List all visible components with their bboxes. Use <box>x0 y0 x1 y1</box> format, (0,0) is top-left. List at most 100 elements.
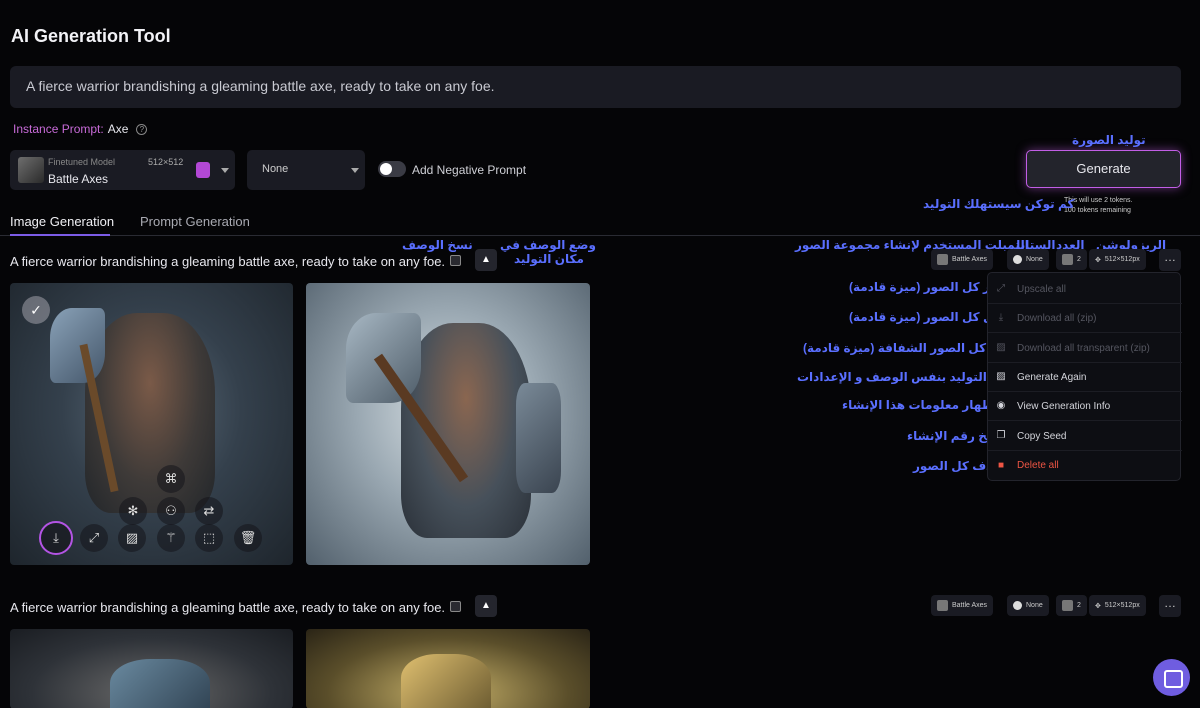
model-badge-icon <box>196 162 210 178</box>
upscale-icon[interactable]: ✻ <box>119 497 147 525</box>
chat-support-button[interactable] <box>1153 659 1190 696</box>
transparent-icon: ▨ <box>996 342 1006 353</box>
select-checkmark-icon[interactable]: ✓ <box>22 296 50 324</box>
copy-prompt-icon[interactable] <box>450 255 461 266</box>
annotation-token-cost: كم توكن سيستهلك التوليد <box>923 197 1075 211</box>
generated-image[interactable] <box>306 629 590 708</box>
generate-button[interactable]: Generate <box>1026 150 1181 188</box>
more-options-button[interactable]: … <box>1159 595 1181 617</box>
count-chip-label: 2 <box>1077 256 1081 263</box>
prompt-input[interactable]: A fierce warrior brandishing a gleaming … <box>10 66 1181 108</box>
trash-icon[interactable]: 🗑 <box>234 524 262 552</box>
tab-prompt-generation[interactable]: Prompt Generation <box>140 214 250 229</box>
model-name: Battle Axes <box>48 172 109 186</box>
row-prompt: A fierce warrior brandishing a gleaming … <box>10 600 446 615</box>
move-icon: ✥ <box>1095 602 1101 610</box>
row-prompt: A fierce warrior brandishing a gleaming … <box>10 254 446 269</box>
trash-icon: ■ <box>997 459 1005 471</box>
tab-bar: Image Generation Prompt Generation <box>0 208 1200 236</box>
model-chip-label: Battle Axes <box>952 256 988 263</box>
use-prompt-button[interactable]: ▲ <box>475 249 497 271</box>
menu-item-label: View Generation Info <box>1017 400 1111 412</box>
menu-item-download-transparent[interactable]: ▨ Download all transparent (zip) <box>988 334 1182 363</box>
annotation-copy-prompt: نسخ الوصف <box>402 238 473 252</box>
model-chip: Battle Axes <box>931 595 994 616</box>
upscale-icon: ⤢ <box>997 283 1005 294</box>
chevron-down-icon <box>221 168 229 173</box>
page-title: AI Generation Tool <box>11 26 171 46</box>
model-thumbnail <box>18 157 44 183</box>
instance-prompt-label: Instance Prompt: <box>13 122 104 136</box>
menu-item-label: Download all transparent (zip) <box>1017 342 1150 354</box>
style-chip-icon <box>1013 601 1022 610</box>
copy-icon: ❐ <box>996 430 1006 441</box>
move-icon: ✥ <box>1095 256 1101 264</box>
style-chip-label: None <box>1026 602 1043 609</box>
resolution-chip-label: 512×512px <box>1104 256 1140 263</box>
negative-prompt-label: Add Negative Prompt <box>412 163 527 177</box>
menu-item-label: Upscale all <box>1017 283 1066 295</box>
negative-prompt-toggle[interactable] <box>378 161 406 177</box>
menu-item-download-all[interactable]: ⤓ Download all (zip) <box>988 304 1182 333</box>
chevron-down-icon <box>351 168 359 173</box>
image-count-icon <box>1062 600 1073 611</box>
remix-icon[interactable]: ⌘ <box>157 465 185 493</box>
model-chip-icon <box>937 254 948 265</box>
image-count-icon <box>1062 254 1073 265</box>
generated-image[interactable] <box>10 629 293 708</box>
resolution-chip: ✥ 512×512px <box>1089 249 1146 270</box>
model-chip: Battle Axes <box>931 249 994 270</box>
style-chip-label: None <box>1026 256 1043 263</box>
style-select[interactable]: None <box>247 150 365 190</box>
menu-item-label: Delete all <box>1017 460 1059 471</box>
use-prompt-button[interactable]: ▲ <box>475 595 497 617</box>
model-resolution: 512×512 <box>148 157 184 167</box>
transparent-icon[interactable]: ▨ <box>118 524 146 552</box>
menu-item-upscale-all[interactable]: ⤢ Upscale all <box>988 275 1182 304</box>
menu-item-view-info[interactable]: ◉ View Generation Info <box>988 392 1182 421</box>
model-chip-label: Battle Axes <box>952 602 988 609</box>
count-chip: 2 <box>1056 249 1087 270</box>
expand-icon[interactable]: ⤢ <box>80 524 108 552</box>
active-tab-indicator <box>10 234 110 236</box>
swap-icon[interactable]: ⇄ <box>195 497 223 525</box>
model-select[interactable]: Finetuned Model Battle Axes 512×512 <box>10 150 235 190</box>
options-menu: ⤢ Upscale all ⤓ Download all (zip) ▨ Downlo… <box>987 272 1182 481</box>
annotation-info: إظهار معلومات هذا الإنشاء <box>842 398 998 412</box>
instance-prompt-value: Axe <box>107 122 129 136</box>
regenerate-icon: ▨ <box>996 371 1006 382</box>
menu-item-delete-all[interactable]: ■ Delete all <box>988 451 1182 480</box>
tab-image-generation[interactable]: Image Generation <box>10 214 114 229</box>
resolution-chip: ✥ 512×512px <box>1089 595 1146 616</box>
menu-item-generate-again[interactable]: ▨ Generate Again <box>988 363 1182 392</box>
crop-icon[interactable]: ⬚ <box>195 524 223 552</box>
annotation-model-used: التمبلت المستخدم لإنشاء مجموعة الصور <box>795 238 1029 252</box>
more-options-button[interactable]: … <box>1159 249 1181 271</box>
annotation-put-prompt-1: وضع الوصف في <box>500 238 596 252</box>
annotation-put-prompt-2: مكان التوليد <box>514 252 584 266</box>
style-select-value: None <box>262 163 289 175</box>
eye-icon: ◉ <box>996 400 1006 411</box>
instance-prompt: Instance Prompt: Axe ? <box>13 122 148 136</box>
style-chip-icon <box>1013 255 1022 264</box>
toggle-knob <box>380 163 392 175</box>
variation-icon[interactable]: ⚇ <box>157 497 185 525</box>
download-icon[interactable]: ⤓ <box>39 521 73 555</box>
menu-item-copy-seed[interactable]: ❐ Copy Seed <box>988 422 1182 451</box>
menu-item-label: Generate Again <box>1017 371 1087 383</box>
style-chip: None <box>1007 249 1049 270</box>
resolution-chip-label: 512×512px <box>1104 602 1140 609</box>
annotation-generate-image: توليد الصورة <box>1072 133 1146 147</box>
count-chip-label: 2 <box>1077 602 1081 609</box>
model-chip-icon <box>937 600 948 611</box>
generated-image[interactable] <box>306 283 590 565</box>
menu-item-label: Copy Seed <box>1017 430 1067 442</box>
help-icon[interactable]: ? <box>136 123 148 135</box>
model-kind: Finetuned Model <box>48 157 116 167</box>
download-icon: ⤓ <box>998 312 1004 323</box>
unzoom-icon[interactable]: ⚚ <box>157 524 185 552</box>
style-chip: None <box>1007 595 1049 616</box>
copy-prompt-icon[interactable] <box>450 601 461 612</box>
count-chip: 2 <box>1056 595 1087 616</box>
menu-item-label: Download all (zip) <box>1017 312 1097 324</box>
